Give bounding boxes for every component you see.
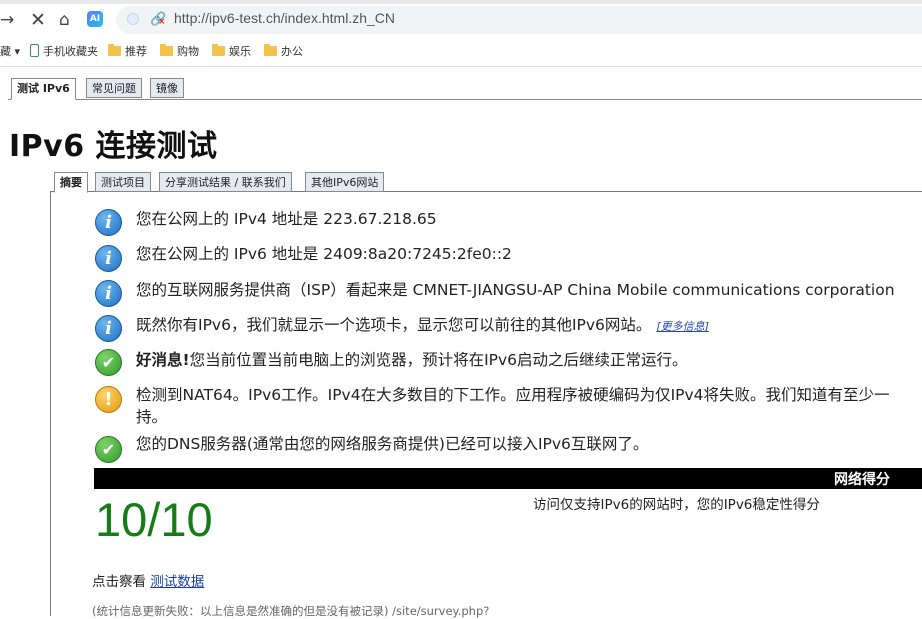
phone-icon (30, 44, 39, 57)
folder-icon (212, 44, 225, 56)
folder-icon (108, 44, 121, 56)
panel-left-border (50, 192, 51, 616)
folder-icon (160, 44, 173, 56)
good-news-label: 好消息! (136, 351, 190, 369)
test-data-link[interactable]: 测试数据 (150, 574, 204, 590)
bookmark-mobile[interactable]: 手机收藏夹 (30, 44, 98, 60)
good-news-message: 好消息!您当前位置当前电脑上的浏览器，预计将在IPv6启动之后继续正常运行。 (136, 349, 688, 371)
score-value: 10/10 (95, 493, 213, 546)
score-header: 网络得分 (834, 472, 890, 488)
tab-faq[interactable]: 常见问题 (86, 78, 142, 98)
info-icon: i (95, 280, 122, 307)
stop-loading-icon[interactable]: ✕ (30, 11, 46, 30)
tab-summary[interactable]: 摘要 (54, 172, 88, 193)
tab-strip-edge (0, 0, 922, 4)
bookmark-folder-entertainment[interactable]: 娱乐 (212, 44, 251, 60)
ipv6-address-message: 您在公网上的 IPv6 地址是 2409:8a20:7245:2fe0::2 (136, 245, 512, 263)
site-info-icon[interactable] (127, 13, 139, 25)
bookmark-overflow[interactable]: 藏 ▾ (0, 44, 20, 60)
check-icon: ✔ (95, 436, 122, 463)
forward-icon[interactable]: → (0, 11, 14, 29)
ipv4-address-message: 您在公网上的 IPv4 地址是 223.67.218.65 (136, 210, 437, 228)
good-news-text: 您当前位置当前电脑上的浏览器，预计将在IPv6启动之后继续正常运行。 (189, 351, 688, 369)
ipv6-sites-tab-message: 既然你有IPv6，我们就显示一个选项卡，显示您可以前往的其他IPv6网站。 [更… (136, 314, 709, 338)
nat64-message-continued: 持。 (136, 408, 168, 426)
check-icon: ✔ (95, 349, 122, 376)
tab-test-items[interactable]: 测试项目 (95, 172, 151, 192)
info-icon: i (95, 245, 122, 272)
view-test-data: 点击察看 测试数据 (92, 570, 204, 590)
bookmarks-bar: 藏 ▾ 手机收藏夹 推荐 购物 娱乐 办公 (0, 38, 922, 67)
isp-message: 您的互联网服务提供商（ISP）看起来是 CMNET-JIANGSU-AP Chi… (136, 281, 895, 299)
score-header-bar: 网络得分 (94, 468, 922, 489)
more-info-link[interactable]: [更多信息] (656, 320, 709, 333)
page-title: IPv6 连接测试 (9, 129, 218, 164)
tab-test-ipv6[interactable]: 测试 IPv6 (11, 78, 76, 100)
folder-icon (264, 44, 277, 56)
url-text[interactable]: http://ipv6-test.ch/index.html.zh_CN (174, 10, 395, 26)
bookmark-folder-shopping[interactable]: 购物 (160, 44, 199, 60)
tab-other-ipv6-sites[interactable]: 其他IPv6网站 (305, 172, 385, 192)
info-icon: i (95, 315, 122, 342)
top-tab-bar: 测试 IPv6 常见问题 镜像 (0, 78, 922, 100)
bookmark-folder-recommend[interactable]: 推荐 (108, 44, 147, 60)
score-description: 访问仅支持IPv6的网站时，您的IPv6稳定性得分 (533, 497, 820, 513)
home-icon[interactable]: ⌂ (59, 11, 70, 29)
warning-icon: ! (95, 386, 122, 413)
top-tab-baseline (8, 99, 922, 100)
bookmark-folder-office[interactable]: 办公 (264, 44, 303, 60)
stats-note: (统计信息更新失败：以上信息是然准确的但是没有被记录) /site/survey… (92, 604, 490, 618)
tab-mirror[interactable]: 镜像 (150, 78, 184, 98)
ai-assistant-icon[interactable]: AI (87, 11, 103, 27)
info-icon: i (95, 209, 122, 236)
tab-share-contact[interactable]: 分享测试结果 / 联系我们 (159, 172, 292, 192)
nat64-message: 检测到NAT64。IPv6工作。IPv4在大多数目的下工作。应用程序被硬编码为仅… (136, 386, 890, 404)
not-secure-icon[interactable]: 🔗 × (150, 12, 166, 27)
view-data-prefix: 点击察看 (92, 574, 151, 590)
ipv6-sites-tab-text: 既然你有IPv6，我们就显示一个选项卡，显示您可以前往的其他IPv6网站。 (136, 316, 652, 334)
browser-toolbar: → ✕ ⌂ AI 🔗 × http://ipv6-test.ch/index.ht… (0, 0, 922, 38)
dns-message: 您的DNS服务器(通常由您的网络服务商提供)已经可以接入IPv6互联网了。 (136, 435, 649, 453)
